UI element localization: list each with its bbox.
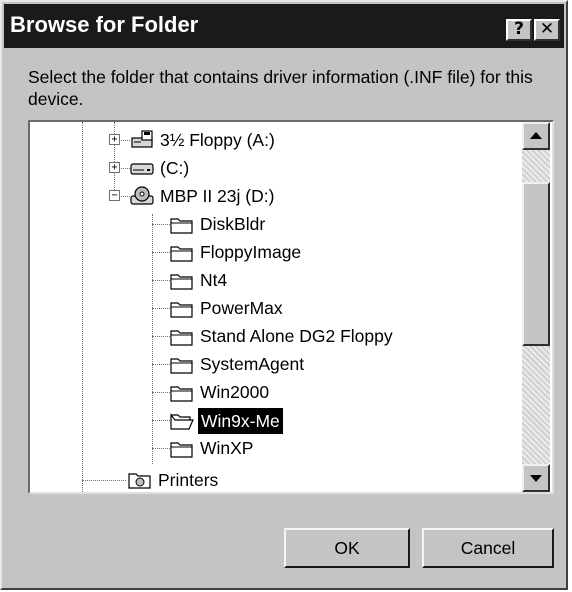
tree-item-label: Nt4 bbox=[200, 270, 228, 290]
tree-item-folder[interactable]: FloppyImage bbox=[30, 240, 520, 266]
folder-icon bbox=[170, 302, 193, 318]
ok-button[interactable]: OK bbox=[284, 528, 410, 568]
tree-item-drive-c[interactable]: + (C:) bbox=[30, 156, 520, 182]
open-folder-icon bbox=[170, 413, 194, 430]
scroll-up-button[interactable] bbox=[522, 122, 550, 150]
tree-item-label: FloppyImage bbox=[200, 242, 302, 262]
arrow-up-icon bbox=[530, 132, 542, 139]
tree-item-label: Win2000 bbox=[200, 382, 270, 402]
tree-item-folder[interactable]: WinXP bbox=[30, 436, 520, 462]
folder-icon bbox=[170, 330, 193, 346]
close-button[interactable]: ✕ bbox=[534, 19, 560, 41]
cd-drive-icon bbox=[130, 186, 154, 205]
tree-item-label: PowerMax bbox=[200, 298, 283, 318]
folder-icon bbox=[170, 246, 193, 262]
folder-icon bbox=[170, 274, 193, 290]
tree-item-folder[interactable]: DiskBldr bbox=[30, 212, 520, 238]
tree-item-folder[interactable]: PowerMax bbox=[30, 296, 520, 322]
collapse-icon[interactable]: − bbox=[109, 190, 120, 201]
expand-icon[interactable]: + bbox=[109, 134, 120, 145]
arrow-down-icon bbox=[530, 475, 542, 482]
title-bar[interactable]: Browse for Folder ? ✕ bbox=[4, 4, 564, 48]
floppy-drive-icon bbox=[131, 130, 153, 148]
folder-tree[interactable]: + 3½ Floppy (A:) + (C:) − MBP II 23j (D:… bbox=[28, 120, 554, 494]
tree-item-folder-selected[interactable]: Win9x-Me bbox=[30, 408, 520, 434]
browse-for-folder-dialog: Browse for Folder ? ✕ Select the folder … bbox=[0, 0, 568, 590]
tree-item-folder[interactable]: Win2000 bbox=[30, 380, 520, 406]
tree-item-label: Printers bbox=[158, 470, 219, 490]
tree-item-label: Stand Alone DG2 Floppy bbox=[200, 326, 393, 346]
dialog-title: Browse for Folder bbox=[10, 12, 199, 37]
folder-icon bbox=[170, 442, 193, 458]
folder-icon bbox=[170, 218, 193, 234]
tree-item-label: (C:) bbox=[160, 158, 190, 178]
cancel-button[interactable]: Cancel bbox=[422, 528, 554, 568]
tree-item-folder[interactable]: Stand Alone DG2 Floppy bbox=[30, 324, 520, 350]
scrollbar-thumb[interactable] bbox=[522, 182, 550, 346]
tree-content: + 3½ Floppy (A:) + (C:) − MBP II 23j (D:… bbox=[30, 122, 520, 492]
folder-icon bbox=[170, 358, 193, 374]
vertical-scrollbar[interactable] bbox=[522, 122, 550, 492]
hard-drive-icon bbox=[130, 163, 154, 175]
tree-item-label: 3½ Floppy (A:) bbox=[160, 130, 275, 150]
tree-item-label: MBP II 23j (D:) bbox=[160, 186, 275, 206]
expand-icon[interactable]: + bbox=[109, 162, 120, 173]
tree-item-label: SystemAgent bbox=[200, 354, 305, 374]
tree-item-label: WinXP bbox=[200, 438, 254, 458]
tree-item-folder[interactable]: Nt4 bbox=[30, 268, 520, 294]
tree-item-drive-d[interactable]: − MBP II 23j (D:) bbox=[30, 184, 520, 210]
help-button[interactable]: ? bbox=[506, 19, 532, 41]
printers-folder-icon bbox=[128, 473, 151, 489]
tree-item-label: Win9x-Me bbox=[198, 408, 283, 434]
tree-item-printers[interactable]: Printers bbox=[30, 470, 520, 492]
scroll-down-button[interactable] bbox=[522, 464, 550, 492]
folder-icon bbox=[170, 386, 193, 402]
tree-item-folder[interactable]: SystemAgent bbox=[30, 352, 520, 378]
tree-item-floppy-a[interactable]: + 3½ Floppy (A:) bbox=[30, 128, 520, 154]
instruction-text: Select the folder that contains driver i… bbox=[28, 67, 533, 109]
tree-item-label: DiskBldr bbox=[200, 214, 266, 234]
